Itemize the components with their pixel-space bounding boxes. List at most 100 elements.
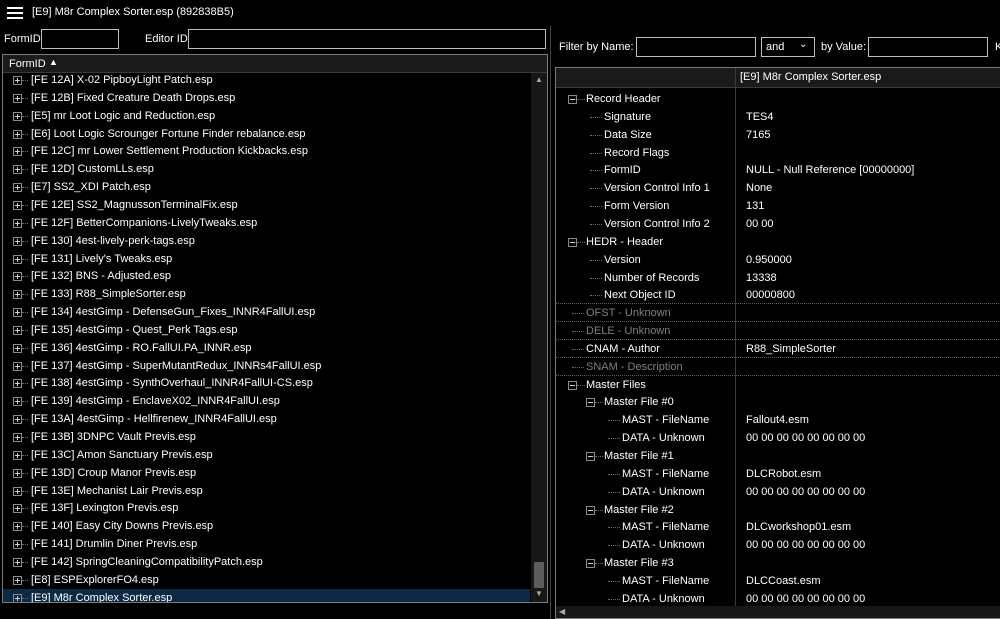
record-field-row[interactable]: FormID NULL - Null Reference [00000000] bbox=[556, 161, 1000, 179]
filter-name-input[interactable] bbox=[636, 37, 756, 57]
record-field-row[interactable]: Master Files bbox=[556, 376, 1000, 394]
expand-plus-icon[interactable] bbox=[13, 415, 22, 425]
collapse-minus-icon[interactable] bbox=[586, 452, 595, 461]
plugin-tree-row[interactable]: [E9] M8r Complex Sorter.esp bbox=[3, 588, 530, 602]
plugin-tree-row[interactable]: [FE 140] Easy City Downs Previs.esp bbox=[3, 517, 530, 535]
record-field-row[interactable]: OFST - Unknown bbox=[556, 304, 1000, 323]
plugin-tree-row[interactable]: [FE 130] 4est-lively-perk-tags.esp bbox=[3, 232, 530, 250]
expand-plus-icon[interactable] bbox=[13, 111, 22, 121]
record-name-column-header[interactable] bbox=[556, 68, 736, 87]
record-field-row[interactable]: MAST - FileName DLCRobot.esm bbox=[556, 465, 1000, 483]
record-field-row[interactable]: Master File #3 bbox=[556, 554, 1000, 572]
record-field-row[interactable]: DELE - Unknown bbox=[556, 322, 1000, 341]
expand-plus-icon[interactable] bbox=[13, 557, 22, 567]
expand-plus-icon[interactable] bbox=[13, 218, 22, 228]
record-field-row[interactable]: Record Flags bbox=[556, 144, 1000, 162]
expand-plus-icon[interactable] bbox=[13, 325, 22, 335]
plugin-tree-row[interactable]: [FE 12D] CustomLLs.esp bbox=[3, 160, 530, 178]
plugin-tree-row[interactable]: [FE 141] Drumlin Diner Previs.esp bbox=[3, 535, 530, 553]
scroll-down-icon[interactable]: ▼ bbox=[535, 589, 543, 598]
record-field-row[interactable]: Master File #2 bbox=[556, 501, 1000, 519]
expand-plus-icon[interactable] bbox=[13, 468, 22, 478]
plugin-tree-row[interactable]: [FE 13D] Croup Manor Previs.esp bbox=[3, 464, 530, 482]
record-field-row[interactable]: MAST - FileName Fallout4.esm bbox=[556, 411, 1000, 429]
filter-value-input[interactable] bbox=[868, 37, 988, 57]
record-field-row[interactable]: CNAM - Author R88_SimpleSorter bbox=[556, 340, 1000, 358]
collapse-minus-icon[interactable] bbox=[568, 380, 577, 390]
plugin-tree-row[interactable]: [FE 12E] SS2_MagnussonTerminalFix.esp bbox=[3, 196, 530, 214]
record-field-row[interactable]: HEDR - Header bbox=[556, 233, 1000, 251]
plugin-tree-row[interactable]: [FE 142] SpringCleaningCompatibilityPatc… bbox=[3, 553, 530, 571]
expand-plus-icon[interactable] bbox=[13, 593, 22, 602]
record-field-row[interactable]: Record Header bbox=[556, 90, 1000, 108]
expand-plus-icon[interactable] bbox=[13, 308, 22, 318]
plugin-tree-row[interactable]: [E7] SS2_XDI Patch.esp bbox=[3, 178, 530, 196]
expand-plus-icon[interactable] bbox=[13, 522, 22, 532]
plugin-tree-row[interactable]: [FE 133] R88_SimpleSorter.esp bbox=[3, 285, 530, 303]
expand-plus-icon[interactable] bbox=[13, 575, 22, 585]
expand-plus-icon[interactable] bbox=[13, 183, 22, 193]
plugin-tree-row[interactable]: [FE 12C] mr Lower Settlement Production … bbox=[3, 142, 530, 160]
plugin-tree-row[interactable]: [FE 12A] X-02 PipboyLight Patch.esp bbox=[3, 71, 530, 89]
record-field-row[interactable]: MAST - FileName DLCCoast.esm bbox=[556, 572, 1000, 590]
record-field-row[interactable]: Version Control Info 1 None bbox=[556, 179, 1000, 197]
hamburger-menu-icon[interactable] bbox=[7, 7, 23, 19]
expand-plus-icon[interactable] bbox=[13, 129, 22, 139]
plugin-tree-row[interactable]: [FE 136] 4estGimp - RO.FallUI.PA_INNR.es… bbox=[3, 339, 530, 357]
collapse-minus-icon[interactable] bbox=[586, 505, 595, 515]
expand-plus-icon[interactable] bbox=[13, 290, 22, 300]
plugin-tree-row[interactable]: [FE 132] BNS - Adjusted.esp bbox=[3, 267, 530, 285]
expand-plus-icon[interactable] bbox=[13, 93, 22, 103]
expand-plus-icon[interactable] bbox=[13, 165, 22, 175]
tree-vertical-scrollbar[interactable]: ▲ ▼ bbox=[531, 73, 547, 602]
record-field-row[interactable]: SNAM - Description bbox=[556, 358, 1000, 376]
scroll-left-icon[interactable]: ◀ bbox=[559, 607, 565, 616]
collapse-minus-icon[interactable] bbox=[568, 237, 577, 247]
collapse-minus-icon[interactable] bbox=[586, 559, 595, 569]
expand-plus-icon[interactable] bbox=[13, 200, 22, 210]
record-field-row[interactable]: DATA - Unknown 00 00 00 00 00 00 00 00 bbox=[556, 429, 1000, 447]
plugin-tree-row[interactable]: [FE 137] 4estGimp - SuperMutantRedux_INN… bbox=[3, 357, 530, 375]
record-horizontal-scrollbar[interactable]: ◀ bbox=[556, 606, 1000, 618]
expand-plus-icon[interactable] bbox=[13, 379, 22, 389]
plugin-tree-row[interactable]: [E5] mr Loot Logic and Reduction.esp bbox=[3, 107, 530, 125]
expand-plus-icon[interactable] bbox=[13, 272, 22, 282]
plugin-tree-row[interactable]: [FE 138] 4estGimp - SynthOverhaul_INNR4F… bbox=[3, 374, 530, 392]
expand-plus-icon[interactable] bbox=[13, 397, 22, 407]
plugin-tree-row[interactable]: [FE 131] Lively's Tweaks.esp bbox=[3, 250, 530, 268]
record-field-row[interactable]: Data Size 7165 bbox=[556, 126, 1000, 144]
expand-plus-icon[interactable] bbox=[13, 236, 22, 246]
expand-plus-icon[interactable] bbox=[13, 76, 22, 85]
scroll-up-icon[interactable]: ▲ bbox=[535, 75, 543, 84]
plugin-tree-row[interactable]: [E6] Loot Logic Scrounger Fortune Finder… bbox=[3, 125, 530, 143]
plugin-tree-row[interactable]: [FE 12B] Fixed Creature Death Drops.esp bbox=[3, 89, 530, 107]
filter-operator-select[interactable]: and ⌄ bbox=[761, 37, 815, 57]
tree-scroll-thumb[interactable] bbox=[534, 562, 544, 588]
plugin-tree-row[interactable]: [FE 134] 4estGimp - DefenseGun_Fixes_INN… bbox=[3, 303, 530, 321]
record-field-row[interactable]: DATA - Unknown 00 00 00 00 00 00 00 00 bbox=[556, 483, 1000, 501]
record-field-row[interactable]: DATA - Unknown 00 00 00 00 00 00 00 00 bbox=[556, 536, 1000, 554]
panel-splitter[interactable] bbox=[550, 26, 551, 619]
expand-plus-icon[interactable] bbox=[13, 361, 22, 371]
editorid-search-input[interactable] bbox=[188, 29, 546, 49]
expand-plus-icon[interactable] bbox=[13, 147, 22, 157]
plugin-tree-row[interactable]: [FE 13A] 4estGimp - Hellfirenew_INNR4Fal… bbox=[3, 410, 530, 428]
plugin-tree-row[interactable]: [FE 13B] 3DNPC Vault Previs.esp bbox=[3, 428, 530, 446]
formid-search-input[interactable] bbox=[41, 29, 119, 49]
plugin-tree-row[interactable]: [E8] ESPExplorerFO4.esp bbox=[3, 571, 530, 589]
record-field-row[interactable]: Master File #0 bbox=[556, 393, 1000, 411]
expand-plus-icon[interactable] bbox=[13, 433, 22, 442]
record-field-row[interactable]: Master File #1 bbox=[556, 447, 1000, 465]
plugin-tree-row[interactable]: [FE 13E] Mechanist Lair Previs.esp bbox=[3, 482, 530, 500]
record-field-row[interactable]: Next Object ID 00000800 bbox=[556, 286, 1000, 305]
record-field-row[interactable]: Version Control Info 2 00 00 bbox=[556, 215, 1000, 233]
record-field-row[interactable]: Form Version 131 bbox=[556, 197, 1000, 215]
plugin-tree-row[interactable]: [FE 13F] Lexington Previs.esp bbox=[3, 499, 530, 517]
collapse-minus-icon[interactable] bbox=[586, 398, 595, 408]
plugin-tree-row[interactable]: [FE 135] 4estGimp - Quest_Perk Tags.esp bbox=[3, 321, 530, 339]
expand-plus-icon[interactable] bbox=[13, 254, 22, 264]
plugin-tree-row[interactable]: [FE 12F] BetterCompanions-LivelyTweaks.e… bbox=[3, 214, 530, 232]
plugin-tree-row[interactable]: [FE 13C] Amon Sanctuary Previs.esp bbox=[3, 446, 530, 464]
collapse-minus-icon[interactable] bbox=[568, 95, 577, 104]
expand-plus-icon[interactable] bbox=[13, 450, 22, 460]
